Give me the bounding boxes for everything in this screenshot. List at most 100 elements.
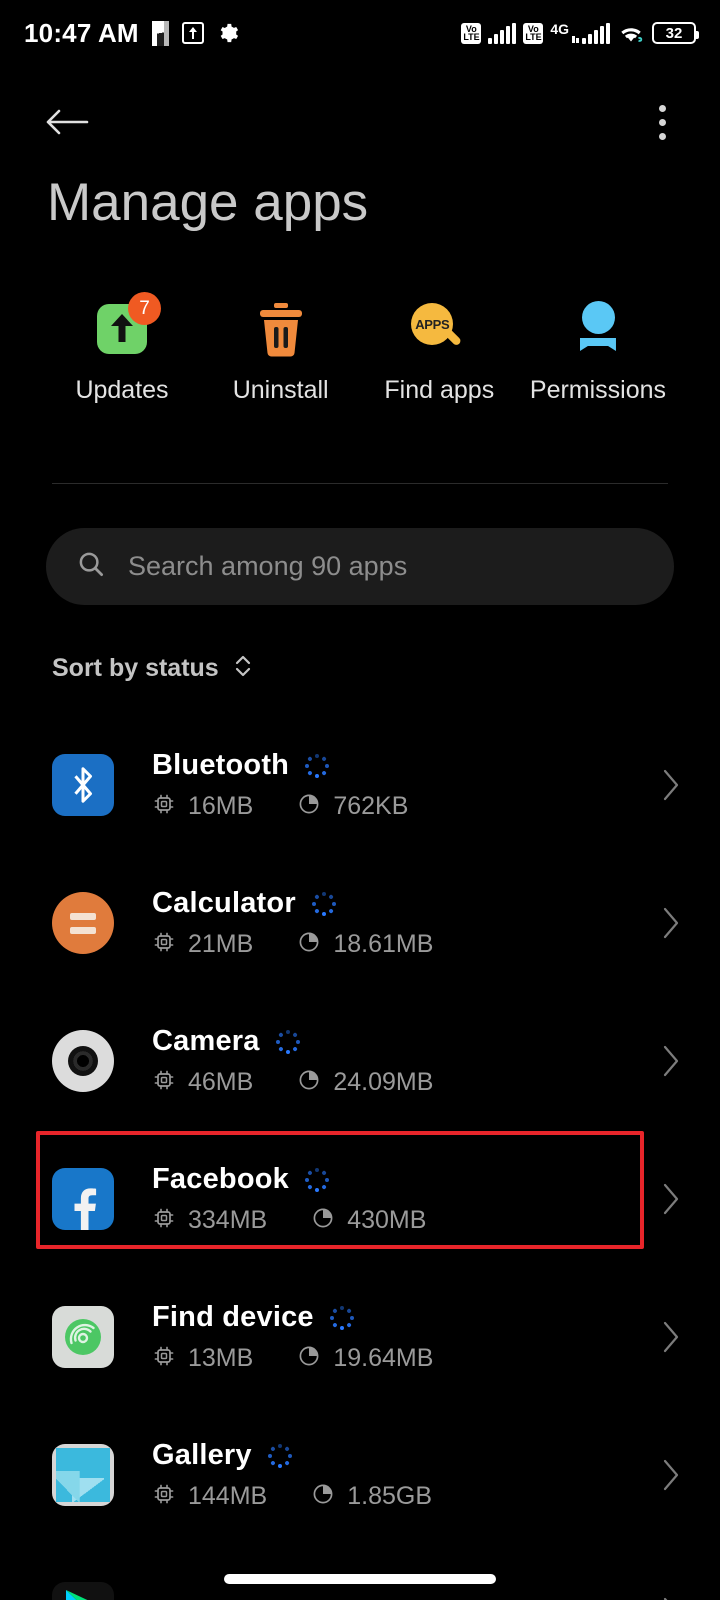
table-row[interactable]: Find device 13MB 19.64MB <box>0 1268 720 1406</box>
camera-app-icon <box>52 1030 114 1092</box>
running-dots-icon <box>329 1305 354 1330</box>
quick-action-permissions[interactable]: Permissions <box>529 296 667 405</box>
quick-action-updates-label: Updates <box>75 376 169 404</box>
status-bar-clock: 10:47 AM <box>24 17 139 48</box>
cpu-chip-icon <box>152 792 176 821</box>
quick-action-find-apps-label: Find apps <box>384 376 495 404</box>
app-ram-meta: 13MB <box>152 1344 253 1373</box>
table-row[interactable]: Camera 46MB 24.09MB <box>0 992 720 1130</box>
status-bar-left: 10:47 AM <box>24 18 239 49</box>
data-arrows-icon <box>572 35 579 43</box>
cpu-chip-icon <box>152 1206 176 1235</box>
app-storage-meta: 1.85GB <box>311 1482 432 1511</box>
app-title-line: Find device <box>152 1301 656 1334</box>
quick-action-permissions-label: Permissions <box>529 376 667 404</box>
app-meta-line: 21MB 18.61MB <box>152 930 656 959</box>
app-title-line: Camera <box>152 1025 656 1058</box>
person-icon <box>573 296 623 362</box>
network-type-label: 4G <box>550 20 569 37</box>
pie-chart-icon <box>297 792 321 821</box>
app-meta-line: 46MB 24.09MB <box>152 1068 656 1097</box>
chevron-right-icon[interactable] <box>656 768 686 802</box>
updates-badge: 7 <box>128 292 161 325</box>
table-row[interactable]: Google Play Store <box>0 1544 720 1600</box>
app-title-line: Gallery <box>152 1439 656 1472</box>
quick-action-uninstall[interactable]: Uninstall <box>215 296 347 405</box>
kebab-menu-icon[interactable] <box>642 99 682 145</box>
chevron-right-icon[interactable] <box>656 1320 686 1354</box>
sort-by-status-button[interactable]: Sort by status <box>52 653 254 684</box>
calculator-app-icon <box>52 892 114 954</box>
app-list: Bluetooth 16MB 762KB Calculator 21MB 18.… <box>0 716 720 1600</box>
bluetooth-app-icon <box>52 754 114 816</box>
app-ram-value: 334MB <box>188 1206 268 1234</box>
running-dots-icon <box>311 891 336 916</box>
app-meta-line: 13MB 19.64MB <box>152 1344 656 1373</box>
app-ram-meta: 21MB <box>152 930 253 959</box>
play-store-app-icon <box>52 1582 114 1600</box>
app-meta-line: 16MB 762KB <box>152 792 656 821</box>
battery-icon: 32 <box>652 22 699 44</box>
gesture-nav-bar[interactable] <box>224 1574 496 1584</box>
app-row-content: Calculator 21MB 18.61MB <box>152 887 656 959</box>
app-row-content: Facebook 334MB 430MB <box>152 1163 656 1235</box>
quick-action-find-apps[interactable]: APPS Find apps <box>373 296 505 405</box>
table-row[interactable]: Bluetooth 16MB 762KB <box>0 716 720 854</box>
trash-can-icon <box>255 296 307 362</box>
facebook-app-icon <box>52 1168 114 1230</box>
app-title-line: Facebook <box>152 1163 656 1196</box>
quick-actions-row: 7 Updates Uninstall APPS Find apps Permi… <box>0 292 720 405</box>
pie-chart-icon <box>297 1068 321 1097</box>
app-name: Facebook <box>152 1163 289 1195</box>
app-storage-value: 24.09MB <box>333 1068 434 1096</box>
running-dots-icon <box>304 1167 329 1192</box>
app-storage-value: 762KB <box>333 792 409 820</box>
gallery-app-icon <box>52 1444 114 1506</box>
app-name: Calculator <box>152 887 296 919</box>
app-storage-meta: 18.61MB <box>297 930 433 959</box>
app-ram-value: 46MB <box>188 1068 254 1096</box>
cpu-chip-icon <box>152 1482 176 1511</box>
app-name: Google Play Store <box>152 1597 405 1600</box>
app-title-line: Google Play Store <box>152 1597 656 1600</box>
table-row[interactable]: Calculator 21MB 18.61MB <box>0 854 720 992</box>
volte-icon-sim1: Vo LTE <box>461 22 482 44</box>
back-arrow-icon[interactable] <box>44 99 90 145</box>
app-title-line: Bluetooth <box>152 749 656 782</box>
chevron-right-icon[interactable] <box>656 1596 686 1600</box>
chevron-right-icon[interactable] <box>656 1182 686 1216</box>
app-ram-meta: 16MB <box>152 792 253 821</box>
table-row-facebook[interactable]: Facebook 334MB 430MB <box>0 1130 720 1268</box>
status-bar-right: Vo LTE Vo LTE 4G 32 <box>461 20 699 44</box>
cpu-chip-icon <box>152 930 176 959</box>
app-update-icon: 7 <box>97 292 161 362</box>
search-icon <box>76 549 106 584</box>
running-dots-icon <box>275 1029 300 1054</box>
app-ram-value: 16MB <box>188 792 254 820</box>
pie-chart-icon <box>297 1344 321 1373</box>
volte-lte-text: LTE <box>463 32 480 42</box>
app-storage-meta: 24.09MB <box>297 1068 433 1097</box>
app-storage-meta: 430MB <box>311 1206 426 1235</box>
chevron-right-icon[interactable] <box>656 1458 686 1492</box>
app-name: Gallery <box>152 1439 252 1471</box>
running-dots-icon <box>267 1443 292 1468</box>
table-row[interactable]: Gallery 144MB 1.85GB <box>0 1406 720 1544</box>
quick-action-updates[interactable]: 7 Updates <box>56 292 188 405</box>
app-row-content: Find device 13MB 19.64MB <box>152 1301 656 1373</box>
search-input[interactable]: Search among 90 apps <box>128 551 407 582</box>
app-ram-value: 144MB <box>188 1482 268 1510</box>
page-title: Manage apps <box>47 173 369 232</box>
pie-chart-icon <box>311 1482 335 1511</box>
app-storage-value: 18.61MB <box>333 930 434 958</box>
search-bar[interactable]: Search among 90 apps <box>46 528 674 605</box>
chevron-right-icon[interactable] <box>656 906 686 940</box>
gear-icon <box>217 22 239 44</box>
netflix-icon <box>151 20 169 46</box>
volte-icon-sim2: Vo LTE <box>523 22 544 44</box>
sort-updown-icon <box>232 653 254 684</box>
quick-action-uninstall-label: Uninstall <box>232 376 329 404</box>
section-divider <box>52 483 668 484</box>
chevron-right-icon[interactable] <box>656 1044 686 1078</box>
app-storage-value: 19.64MB <box>333 1344 434 1372</box>
